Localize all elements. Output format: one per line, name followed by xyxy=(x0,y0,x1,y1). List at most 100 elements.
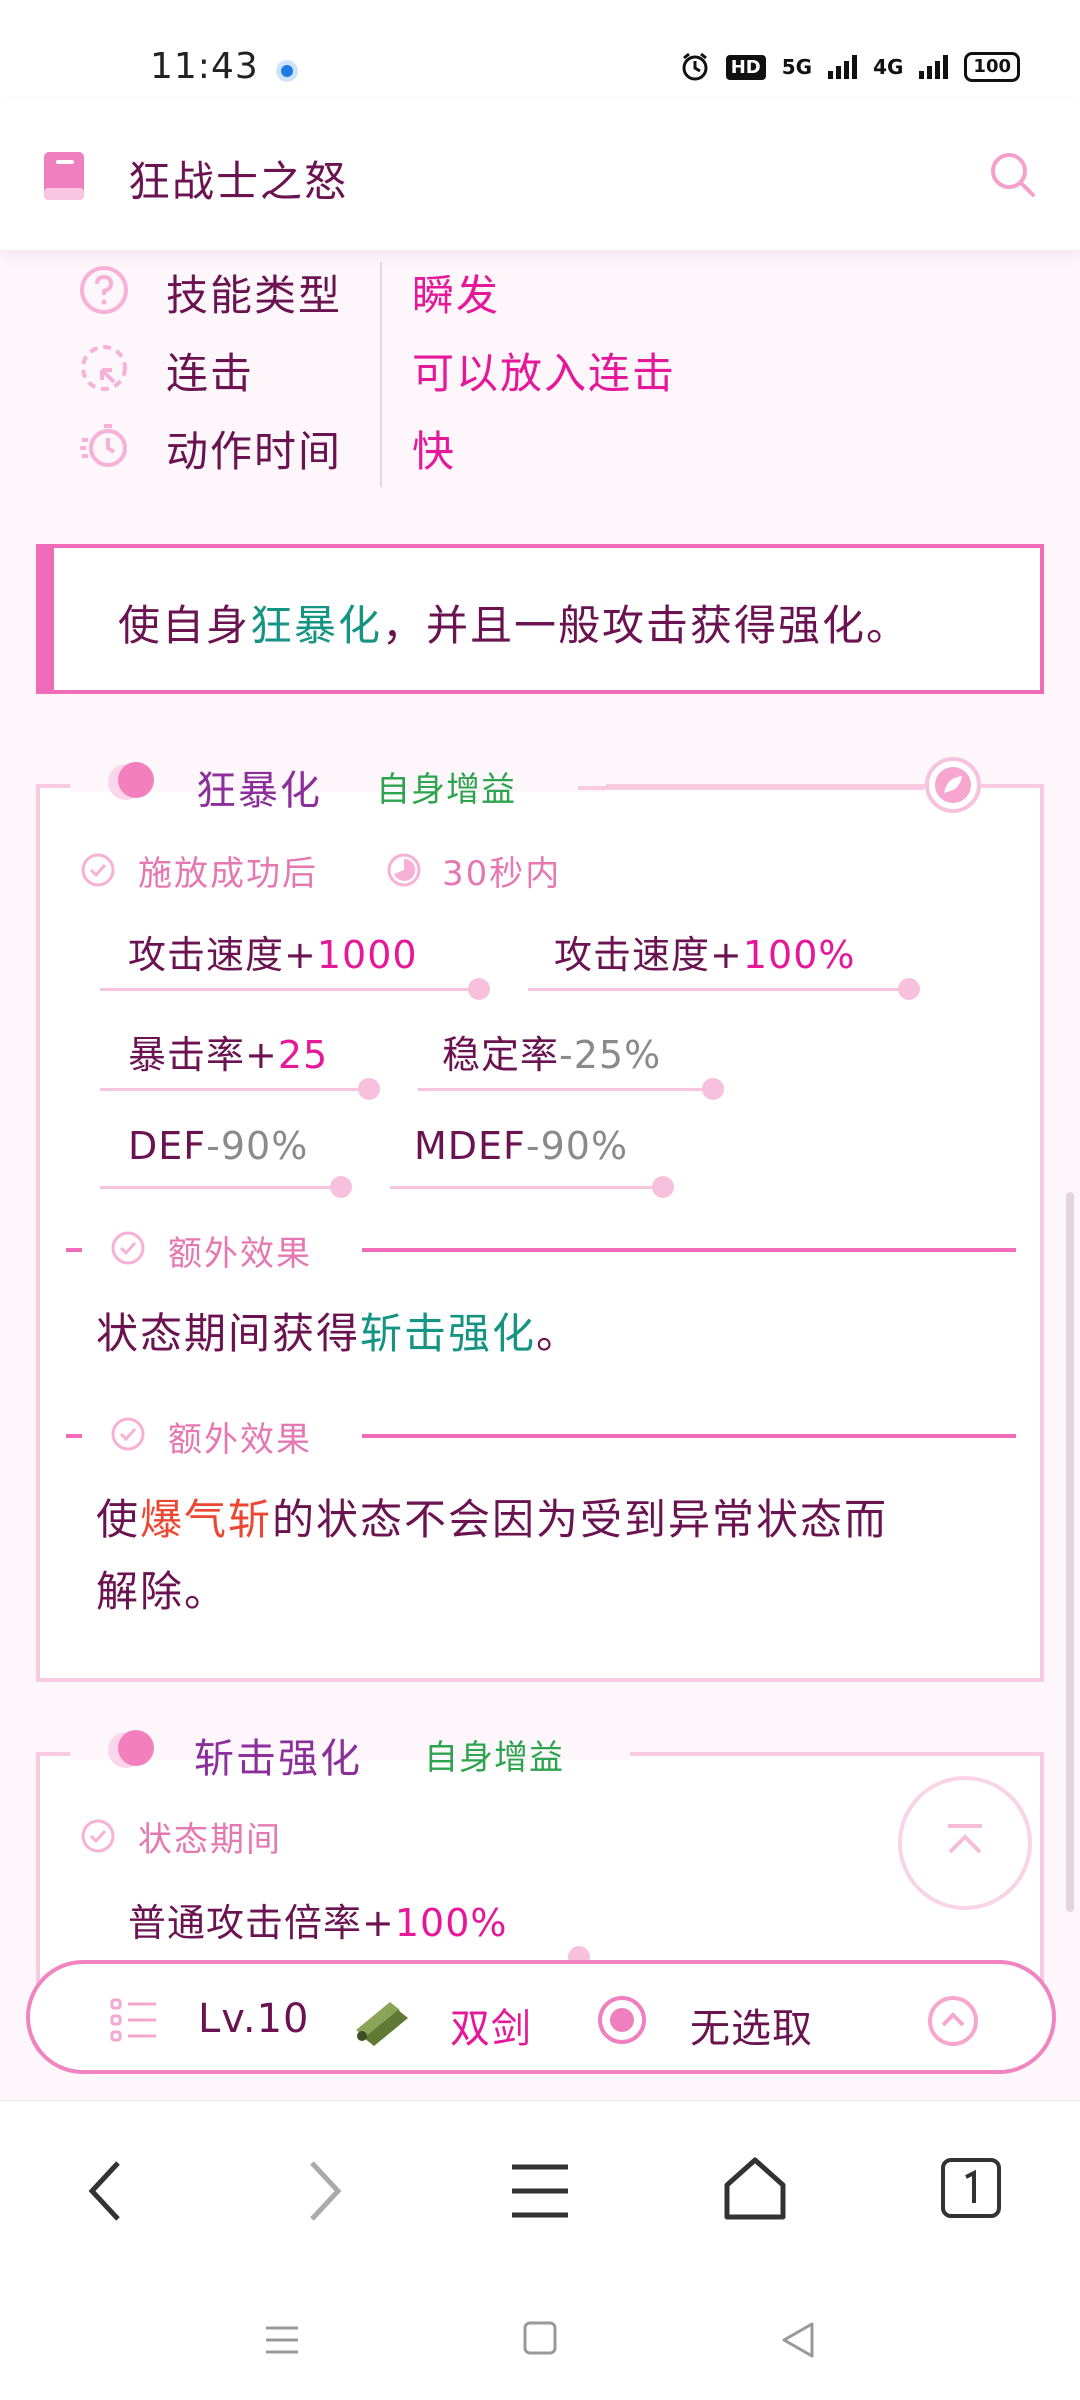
home-icon[interactable] xyxy=(722,2155,788,2221)
network-4g-label: 4G xyxy=(873,55,904,79)
chevron-up-icon[interactable] xyxy=(926,1994,980,2048)
buff-name: 斩击强化 xyxy=(194,1736,362,1782)
stat-underline xyxy=(100,1186,350,1189)
buff-condition: 施放成功后 xyxy=(138,854,318,894)
stat-label: 普通攻击倍率+ xyxy=(128,1901,395,1945)
extra-buff-link[interactable]: 斩击强化 xyxy=(360,1309,536,1358)
recents-icon[interactable] xyxy=(262,2320,302,2360)
extra-dash xyxy=(66,1434,82,1438)
skill-level[interactable]: Lv.10 xyxy=(198,1996,309,2042)
stat-item: 攻击速度+100% xyxy=(554,924,855,979)
scroll-to-top-button[interactable] xyxy=(898,1776,1032,1910)
stat-underline xyxy=(528,988,914,991)
stat-value: -90% xyxy=(525,1124,629,1168)
extra-effect-label: 额外效果 xyxy=(168,1420,312,1460)
browser-toolbar xyxy=(0,2100,1080,2281)
search-icon[interactable] xyxy=(988,150,1038,200)
tabs-icon[interactable] xyxy=(940,2157,1002,2219)
check-circle-icon xyxy=(81,1819,115,1853)
buff-condition: 状态期间 xyxy=(138,1820,282,1860)
dual-sword-icon xyxy=(356,2002,408,2046)
target-radio-icon[interactable] xyxy=(596,1994,648,2046)
back-triangle-icon[interactable] xyxy=(778,2320,818,2360)
book-icon xyxy=(44,152,84,200)
scrollbar[interactable] xyxy=(1066,1192,1074,1912)
extra-line xyxy=(362,1248,1016,1252)
info-value: 快 xyxy=(412,427,457,476)
stat-value: -90% xyxy=(206,1124,309,1168)
stat-underline xyxy=(100,1088,376,1091)
summary-prefix: 使自身 xyxy=(118,601,251,650)
info-value: 瞬发 xyxy=(412,271,501,320)
status-time: 11:43 xyxy=(150,46,259,87)
stat-value: 1000 xyxy=(316,933,418,977)
menu-icon[interactable] xyxy=(510,2161,570,2221)
stat-label: 攻击速度+ xyxy=(554,933,743,977)
buff-tag: 自身增益 xyxy=(376,770,516,810)
stat-dot xyxy=(468,978,490,1000)
extra-dash xyxy=(66,1248,82,1252)
extra-text-prefix: 状态期间获得 xyxy=(96,1309,361,1358)
stat-value: -25% xyxy=(559,1033,662,1077)
status-icons: HD 5G 4G 100 xyxy=(680,52,1020,82)
stat-dot xyxy=(702,1078,724,1100)
check-circle-icon xyxy=(111,1417,145,1451)
stat-dot xyxy=(330,1176,352,1198)
forward-arrow-icon[interactable] xyxy=(304,2159,344,2223)
extra-effect-header: 额外效果 xyxy=(66,1410,1016,1460)
app-header: 狂战士之怒 xyxy=(0,100,1080,250)
info-label: 动作时间 xyxy=(166,427,343,476)
weapon-type[interactable]: 双剑 xyxy=(450,1996,532,2054)
extra-text-suffix: 。 xyxy=(536,1309,581,1358)
signal-5g-icon xyxy=(828,55,858,79)
stat-value: 25 xyxy=(277,1033,329,1077)
info-label: 连击 xyxy=(166,349,255,398)
info-row-action-time: 动作时间 快 xyxy=(0,408,1080,486)
stat-item: 攻击速度+1000 xyxy=(128,924,418,979)
system-nav-bar xyxy=(0,2280,1080,2400)
list-icon[interactable] xyxy=(110,1998,160,2042)
buff-tag: 自身增益 xyxy=(424,1738,564,1778)
hd-voice-icon: HD xyxy=(725,54,766,80)
home-square-icon[interactable] xyxy=(522,2320,558,2356)
question-icon xyxy=(80,266,128,314)
battery-icon: 100 xyxy=(964,52,1020,82)
stat-item: 稳定率-25% xyxy=(442,1024,661,1079)
stat-item: 普通攻击倍率+100% xyxy=(128,1892,507,1947)
signal-4g-icon xyxy=(919,55,949,79)
buff-duration: 30秒内 xyxy=(442,854,562,894)
buff-moon-icon xyxy=(108,762,154,800)
network-5g-label: 5G xyxy=(781,55,813,79)
extra-text-line2: 解除。 xyxy=(96,1567,229,1616)
arrow-up-bar-icon xyxy=(948,1824,982,1854)
check-circle-icon xyxy=(111,1231,145,1265)
stat-dot xyxy=(652,1176,674,1198)
extra-text-prefix: 使 xyxy=(96,1495,141,1544)
extra-effect-header: 额外效果 xyxy=(66,1224,1016,1274)
stat-label: 攻击速度+ xyxy=(128,933,317,977)
duration-pie-icon xyxy=(387,853,421,887)
leaf-badge-icon[interactable] xyxy=(924,756,982,814)
stat-underline xyxy=(418,1088,724,1091)
stat-underline xyxy=(390,1186,666,1189)
buff-moon-icon xyxy=(108,1730,154,1768)
extra-text-suffix: 的状态不会因为受到异常状态而 xyxy=(272,1495,889,1544)
info-row-skill-type: 技能类型 瞬发 xyxy=(0,252,1080,330)
skill-summary-text: 使自身狂暴化，并且一般攻击获得强化。 xyxy=(118,592,910,653)
check-circle-icon xyxy=(81,853,115,887)
extra-effect-label: 额外效果 xyxy=(168,1234,312,1274)
alarm-icon xyxy=(682,52,708,81)
stat-item: 暴击率+25 xyxy=(128,1024,328,1079)
extra-effect-text: 状态期间获得斩击强化。 xyxy=(96,1298,996,1370)
page-title: 狂战士之怒 xyxy=(128,157,349,206)
stat-dot xyxy=(358,1078,380,1100)
extra-skill-link[interactable]: 爆气斩 xyxy=(140,1495,272,1544)
timer-icon xyxy=(80,424,127,467)
summary-suffix: ，并且一般攻击获得强化。 xyxy=(382,601,911,650)
summary-buff-link[interactable]: 狂暴化 xyxy=(250,601,382,650)
target-option[interactable]: 无选取 xyxy=(690,1996,813,2054)
back-arrow-icon[interactable] xyxy=(86,2159,126,2223)
info-value: 可以放入连击 xyxy=(412,349,677,398)
location-indicator-icon xyxy=(276,60,298,82)
combo-icon xyxy=(81,345,127,391)
